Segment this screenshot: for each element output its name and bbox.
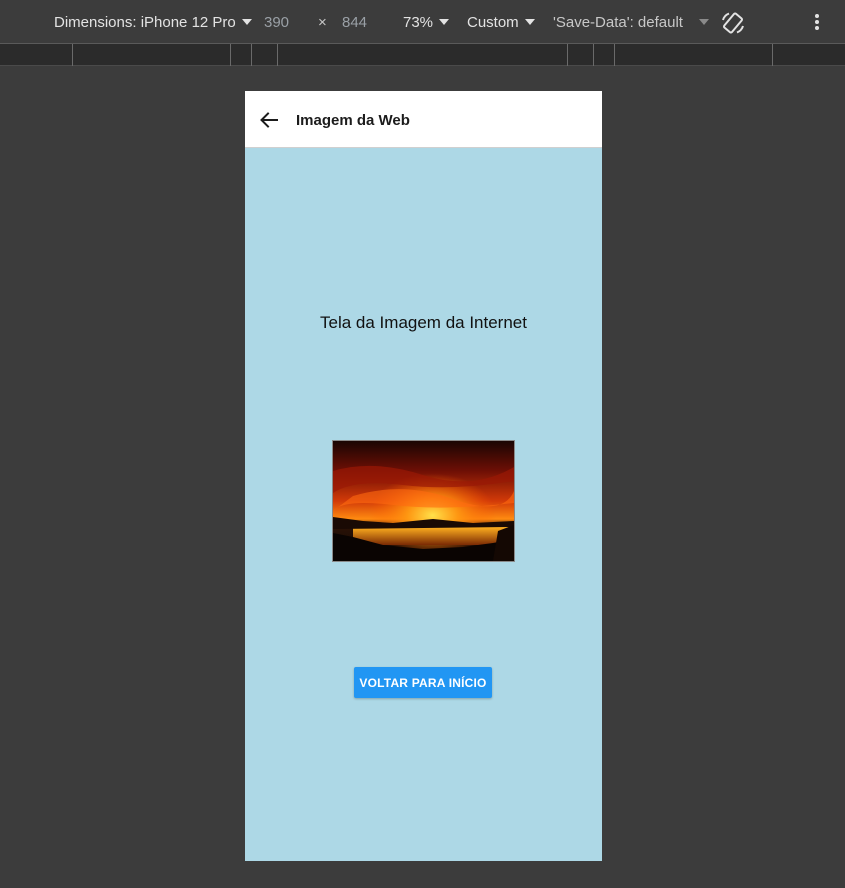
screen-heading: Tela da Imagem da Internet bbox=[320, 313, 527, 332]
media-query-bar[interactable] bbox=[0, 44, 845, 66]
ruler-tick bbox=[772, 44, 773, 66]
ruler-tick bbox=[230, 44, 231, 66]
save-data-select[interactable]: 'Save-Data': default bbox=[553, 0, 709, 44]
throttle-select[interactable]: Custom bbox=[467, 0, 535, 44]
ruler-tick bbox=[614, 44, 615, 66]
device-label: Dimensions: iPhone 12 Pro bbox=[54, 14, 236, 31]
zoom-label: 73% bbox=[403, 14, 434, 31]
chevron-down-icon bbox=[439, 19, 450, 26]
more-vert-icon[interactable] bbox=[810, 12, 824, 34]
ruler-tick bbox=[593, 44, 594, 66]
zoom-select[interactable]: 73% bbox=[403, 0, 450, 44]
dimension-separator: × bbox=[318, 14, 327, 31]
chevron-down-icon bbox=[698, 19, 709, 26]
chevron-down-icon bbox=[524, 19, 535, 26]
device-viewport: Imagem da Web Tela da Imagem da Internet bbox=[245, 91, 602, 861]
width-input[interactable]: 390 bbox=[264, 0, 289, 44]
height-input[interactable]: 844 bbox=[342, 0, 367, 44]
app-bar: Imagem da Web bbox=[245, 91, 602, 148]
devtools-device-toolbar: Dimensions: iPhone 12 Pro 390 × 844 73% … bbox=[0, 0, 845, 44]
sunset-image bbox=[332, 440, 515, 562]
save-data-label: 'Save-Data': default bbox=[553, 14, 683, 31]
page-title: Imagem da Web bbox=[296, 112, 410, 129]
arrow-back-icon[interactable] bbox=[259, 110, 279, 130]
ruler-tick bbox=[72, 44, 73, 66]
ruler-tick bbox=[567, 44, 568, 66]
throttle-label: Custom bbox=[467, 14, 519, 31]
ruler-tick bbox=[251, 44, 252, 66]
rotate-icon[interactable] bbox=[720, 10, 746, 36]
device-select[interactable]: Dimensions: iPhone 12 Pro bbox=[54, 0, 252, 44]
chevron-down-icon bbox=[241, 19, 252, 26]
ruler-tick bbox=[277, 44, 278, 66]
back-to-home-button[interactable]: VOLTAR PARA INÍCIO bbox=[354, 667, 492, 698]
